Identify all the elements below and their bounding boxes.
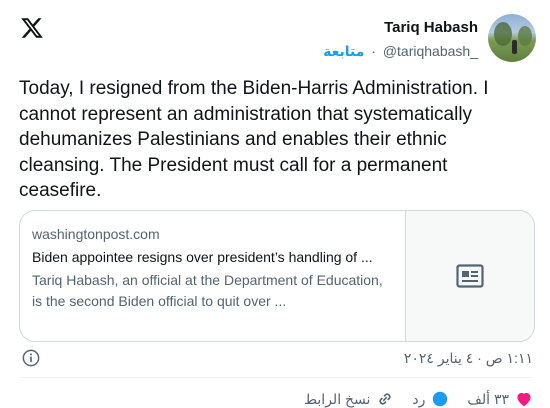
follow-button[interactable]: متابعة (323, 43, 364, 59)
x-logo-icon[interactable] (20, 16, 44, 40)
heart-icon[interactable] (515, 391, 533, 407)
like-action[interactable]: ٣٣ ألف (467, 391, 533, 408)
link-icon[interactable] (376, 390, 394, 408)
tweet-author[interactable]: Tariq Habash @tariqhabash_ · متابعة (323, 14, 536, 62)
article-icon (456, 264, 484, 288)
tweet-text: Today, I resigned from the Biden-Harris … (19, 78, 489, 201)
divider (19, 377, 533, 378)
separator: · (371, 43, 376, 59)
card-thumbnail (406, 211, 534, 341)
reply-label: رد (412, 390, 426, 407)
card-domain: washingtonpost.com (32, 226, 160, 242)
action-bar: ٣٣ ألف رد نسخ الرابط (230, 390, 533, 408)
reply-action[interactable]: رد (412, 390, 449, 408)
reply-icon[interactable] (431, 390, 449, 408)
card-title: Biden appointee resigns over president’s… (32, 249, 373, 265)
copy-link-label: نسخ الرابط (304, 390, 371, 407)
tweet-timestamp[interactable]: ١:١١ ص · ٤ يناير ٢٠٢٤ (404, 350, 533, 367)
like-count: ٣٣ ألف (467, 390, 509, 407)
avatar[interactable] (488, 14, 536, 62)
link-card[interactable]: washingtonpost.com Biden appointee resig… (19, 210, 535, 342)
author-handle[interactable]: @tariqhabash_ (383, 43, 478, 59)
info-icon[interactable] (22, 349, 40, 367)
copy-link-action[interactable]: نسخ الرابط (304, 390, 394, 408)
card-description: Tariq Habash, an official at the Departm… (32, 272, 383, 309)
author-name[interactable]: Tariq Habash (323, 18, 478, 38)
